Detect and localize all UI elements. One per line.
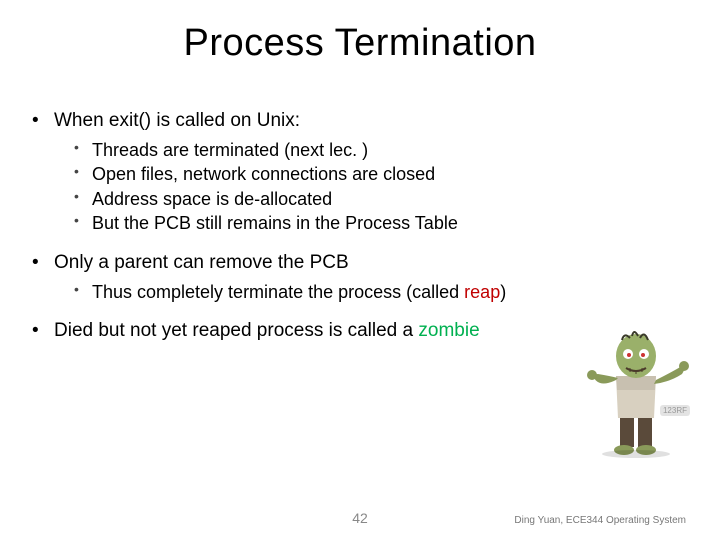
slide: Process Termination When exit() is calle… [0, 0, 720, 540]
bullet-3-pre: Died but not yet reaped process is calle… [54, 320, 418, 341]
bullet-2-sub-1-pre: Thus completely terminate the process (c… [92, 282, 464, 302]
bullet-1-sub-2: Open files, network connections are clos… [74, 163, 700, 186]
slide-content: When exit() is called on Unix: Threads a… [0, 73, 720, 343]
bullet-list: When exit() is called on Unix: Threads a… [32, 109, 700, 343]
slide-title: Process Termination [0, 0, 720, 73]
bullet-2-text: Only a parent can remove the PCB [54, 252, 349, 273]
bullet-1: When exit() is called on Unix: Threads a… [32, 109, 700, 235]
image-watermark: 123RF [660, 405, 690, 416]
footer-credit: Ding Yuan, ECE344 Operating System [514, 515, 686, 526]
bullet-2-sub-1: Thus completely terminate the process (c… [74, 281, 700, 304]
bullet-1-sub-4: But the PCB still remains in the Process… [74, 212, 700, 235]
reap-word: reap [464, 282, 500, 302]
bullet-2-sublist: Thus completely terminate the process (c… [74, 281, 700, 304]
zombie-word: zombie [418, 320, 479, 341]
bullet-2: Only a parent can remove the PCB Thus co… [32, 251, 700, 303]
bullet-1-text: When exit() is called on Unix: [54, 110, 300, 131]
bullet-1-sub-1: Threads are terminated (next lec. ) [74, 139, 700, 162]
bullet-2-sub-1-post: ) [500, 282, 506, 302]
zombie-image [582, 318, 692, 458]
bullet-1-sub-3: Address space is de-allocated [74, 188, 700, 211]
bullet-1-sublist: Threads are terminated (next lec. ) Open… [74, 139, 700, 235]
